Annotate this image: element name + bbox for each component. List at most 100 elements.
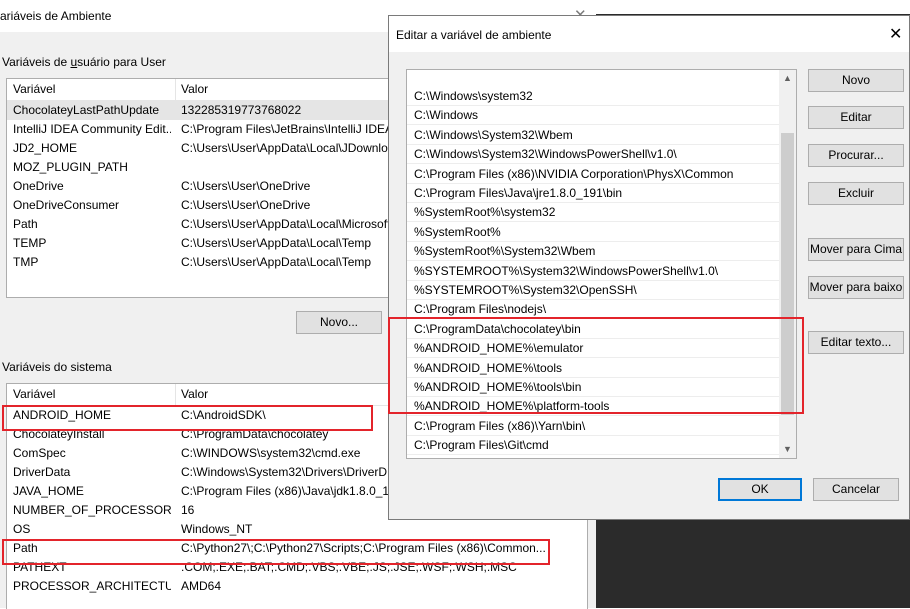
vertical-scrollbar[interactable]: ▲ ▼ <box>779 70 796 458</box>
variable-name: JAVA_HOME <box>13 484 84 498</box>
path-text: C:\Program Files (x86)\Yarn\bin\ <box>414 418 586 433</box>
path-text: C:\Windows\System32\WindowsPowerShell\v1… <box>414 147 677 162</box>
path-text: C:\development\flutter\bin <box>414 458 551 459</box>
variable-name: ANDROID_HOME <box>13 408 112 422</box>
path-text: C:\Windows <box>414 108 479 123</box>
edit-button[interactable]: Editar <box>808 106 904 129</box>
column-header-value[interactable]: Valor <box>181 82 208 96</box>
variable-value: C:\Python27\;C:\Python27\Scripts;C:\Prog… <box>181 541 546 555</box>
cancel-button[interactable]: Cancelar <box>813 478 899 501</box>
list-item[interactable]: C:\Program Files (x86)\Yarn\bin\ <box>407 417 779 436</box>
list-item[interactable]: %ANDROID_HOME%\tools\bin <box>407 378 779 397</box>
scrollbar-thumb[interactable] <box>781 133 794 415</box>
browse-button[interactable]: Procurar... <box>808 144 904 167</box>
delete-button[interactable]: Excluir <box>808 182 904 205</box>
path-text: %ANDROID_HOME%\tools <box>414 360 563 375</box>
move-up-button[interactable]: Mover para Cima <box>808 238 904 261</box>
edit-environment-variable-dialog: Editar a variável de ambiente ✕ C:\Windo… <box>388 15 910 520</box>
variable-value: C:\AndroidSDK\ <box>181 408 266 422</box>
list-item[interactable]: C:\Program Files\Git\cmd <box>407 436 779 456</box>
list-item[interactable]: %ANDROID_HOME%\emulator <box>407 339 779 359</box>
variable-value: C:\Users\User\AppData\Local\Temp <box>181 236 372 250</box>
list-item[interactable]: C:\Program Files (x86)\NVIDIA Corporatio… <box>407 165 779 184</box>
list-item[interactable]: C:\ProgramData\chocolatey\bin <box>407 320 779 339</box>
column-header-value[interactable]: Valor <box>181 387 208 401</box>
list-item[interactable]: %SystemRoot%\system32 <box>407 203 779 223</box>
variable-value: C:\Program Files (x86)\Java\jdk1.8.0_19 <box>181 484 396 498</box>
path-text: %SystemRoot% <box>414 224 501 239</box>
path-text: C:\ProgramData\chocolatey\bin <box>414 321 581 336</box>
variable-value: C:\Program Files\JetBrains\IntelliJ IDEA <box>181 122 394 136</box>
scroll-down-arrow-icon[interactable]: ▼ <box>779 441 796 458</box>
scroll-up-arrow-icon[interactable]: ▲ <box>779 70 796 87</box>
edit-text-button[interactable]: Editar texto... <box>808 331 904 354</box>
path-text: C:\Program Files\nodejs\ <box>414 302 547 317</box>
table-row[interactable]: PROCESSOR_ARCHITECTURE AMD64 <box>7 577 587 596</box>
list-item[interactable]: C:\Windows\System32\Wbem <box>407 126 779 145</box>
list-item[interactable]: C:\development\flutter\bin <box>407 456 779 459</box>
variable-name: ChocolateyInstall <box>13 427 105 441</box>
variable-name: TEMP <box>13 236 47 250</box>
path-text: %SYSTEMROOT%\System32\WindowsPowerShell\… <box>414 263 719 278</box>
move-down-button[interactable]: Mover para baixo <box>808 276 904 299</box>
desktop-wallpaper-strip <box>596 0 910 14</box>
close-icon[interactable]: ✕ <box>889 24 902 44</box>
path-text: %SYSTEMROOT%\System32\OpenSSH\ <box>414 283 637 297</box>
variable-value: AMD64 <box>181 579 222 593</box>
table-row[interactable]: PATHEXT .COM;.EXE;.BAT;.CMD;.VBS;.VBE;.JS… <box>7 558 587 577</box>
variable-name: Path <box>13 541 38 555</box>
column-header-variable[interactable]: Variável <box>13 82 55 96</box>
variable-value: C:\ProgramData\chocolatey <box>181 427 329 441</box>
path-text: C:\Windows\system32 <box>414 89 533 103</box>
new-button[interactable]: Novo <box>808 69 904 92</box>
path-text: C:\Program Files\Java\jre1.8.0_191\bin <box>414 186 623 200</box>
variable-name: ComSpec <box>13 446 66 460</box>
dialog-title: Editar a variável de ambiente <box>396 28 552 42</box>
list-item[interactable]: %SystemRoot%\System32\Wbem <box>407 242 779 262</box>
variable-value: C:\Users\User\AppData\Local\JDownlo <box>181 141 388 155</box>
path-text: %SystemRoot%\system32 <box>414 205 556 220</box>
table-row[interactable]: Path C:\Python27\;C:\Python27\Scripts;C:\… <box>7 539 587 558</box>
path-text: C:\Program Files\Git\cmd <box>414 438 549 453</box>
list-item[interactable]: C:\Program Files\nodejs\ <box>407 300 779 320</box>
list-item[interactable]: %SYSTEMROOT%\System32\WindowsPowerShell\… <box>407 262 779 281</box>
variable-name: TMP <box>13 255 39 269</box>
list-item[interactable]: C:\Windows\System32\WindowsPowerShell\v1… <box>407 145 779 165</box>
list-item[interactable]: %SystemRoot% <box>407 223 779 242</box>
ok-button[interactable]: OK <box>718 478 802 501</box>
variable-name: JD2_HOME <box>13 141 78 155</box>
variable-value: C:\Users\User\AppData\Local\Temp <box>181 255 372 269</box>
list-item[interactable]: %ANDROID_HOME%\tools <box>407 359 779 378</box>
path-entries-list[interactable]: C:\Windows\system32 C:\Windows C:\Windows\… <box>406 69 797 459</box>
variable-name: NUMBER_OF_PROCESSORS <box>13 503 171 517</box>
variable-value: C:\Users\User\OneDrive <box>181 198 311 212</box>
variable-name: PROCESSOR_ARCHITECTURE <box>13 579 171 593</box>
variable-value: C:\WINDOWS\system32\cmd.exe <box>181 446 361 460</box>
variable-name: MOZ_PLUGIN_PATH <box>13 160 128 174</box>
path-text: %ANDROID_HOME%\tools\bin <box>414 380 582 394</box>
variable-name: OneDrive <box>13 179 64 193</box>
path-text: C:\Program Files (x86)\NVIDIA Corporatio… <box>414 166 734 181</box>
user-new-button[interactable]: Novo... <box>296 311 382 334</box>
list-item[interactable]: C:\Program Files\Java\jre1.8.0_191\bin <box>407 184 779 203</box>
variable-name: ChocolateyLastPathUpdate <box>13 103 160 117</box>
variable-value: .COM;.EXE;.BAT;.CMD;.VBS;.VBE;.JS;.JSE;.… <box>181 560 517 574</box>
path-text: %SystemRoot%\System32\Wbem <box>414 244 596 259</box>
title-bar: Editar a variável de ambiente ✕ <box>389 16 909 52</box>
system-variables-label: Variáveis do sistema <box>2 360 112 374</box>
window-title: ariáveis de Ambiente <box>0 9 112 23</box>
table-row[interactable]: OS Windows_NT <box>7 520 587 539</box>
variable-name: PATHEXT <box>13 560 67 574</box>
variable-name: Path <box>13 217 38 231</box>
variable-name: OneDriveConsumer <box>13 198 120 212</box>
list-item[interactable]: C:\Windows\system32 <box>407 87 779 106</box>
variable-name: OS <box>13 522 31 536</box>
column-header-variable[interactable]: Variável <box>13 387 55 401</box>
list-item[interactable]: %ANDROID_HOME%\platform-tools <box>407 397 779 417</box>
variable-value: Windows_NT <box>181 522 253 536</box>
path-text: C:\Windows\System32\Wbem <box>414 127 573 142</box>
variable-name: IntelliJ IDEA Community Edit... <box>13 122 171 136</box>
list-item[interactable]: C:\Windows <box>407 106 779 126</box>
variable-value: C:\Users\User\OneDrive <box>181 179 311 193</box>
list-item[interactable]: %SYSTEMROOT%\System32\OpenSSH\ <box>407 281 779 300</box>
